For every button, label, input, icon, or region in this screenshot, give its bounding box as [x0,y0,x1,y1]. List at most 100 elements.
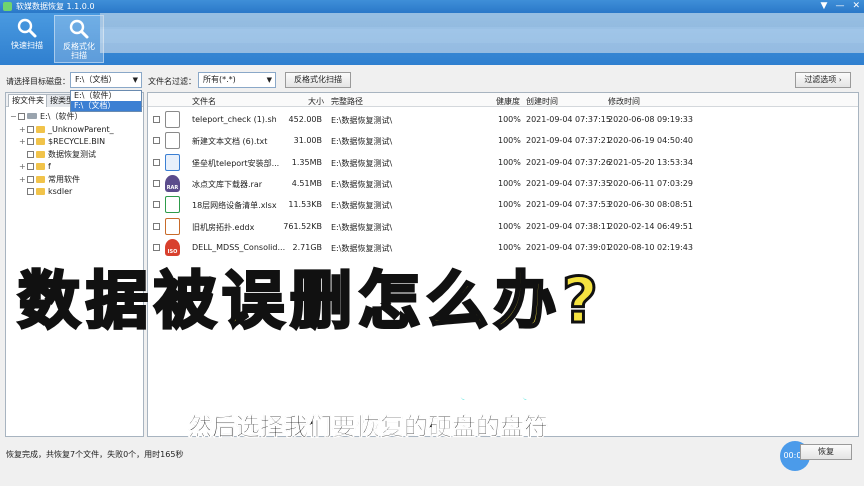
tree-item-label: 常用软件 [48,174,80,184]
row-checkbox[interactable] [153,201,160,209]
expand-toggle-icon[interactable]: + [19,136,27,148]
tree-item[interactable]: + $RECYCLE.BIN [19,136,105,148]
file-path: E:\数据恢复测试\ [331,179,393,189]
table-row[interactable]: 新建文本文档 (6).txt 31.00B E:\数据恢复测试\ 100% 2021-0… [148,130,858,151]
column-header-name[interactable]: 文件名 [192,96,216,107]
file-modified: 2020-06-30 08:08:51 [608,200,693,210]
file-modified: 2021-05-20 13:53:34 [608,157,693,167]
tree-checkbox[interactable] [27,188,34,195]
file-created: 2021-09-04 07:37:26 [526,157,611,167]
filter-options-button[interactable]: 过滤选项 › [795,72,851,88]
table-row[interactable]: 18层网络设备清单.xlsx 11.53KB E:\数据恢复测试\ 100% 2021-… [148,194,858,215]
filter-options-label: 过滤选项 [804,75,837,84]
file-path: E:\数据恢复测试\ [331,201,393,211]
file-name: 新建文本文档 (6).txt [192,137,268,147]
target-disk-value: F:\（文档） [75,75,117,84]
row-checkbox[interactable] [153,137,160,145]
file-modified: 2020-02-14 06:49:51 [608,221,693,231]
magnifier-icon [69,19,89,39]
menu-dropdown-icon[interactable]: ▼ [821,0,828,13]
deformat-scan-button[interactable]: 反格式化 扫描 [54,15,104,63]
file-name: teleport_check (1).sh [192,115,277,124]
column-header-created[interactable]: 创建时间 [526,96,558,107]
dropdown-option-selected[interactable]: F:\（文档） [71,101,141,111]
tree-item[interactable]: + 常用软件 [19,174,80,186]
file-health: 100% [498,136,521,146]
expand-toggle-icon[interactable]: + [19,161,27,173]
doc-file-icon [165,132,180,150]
file-modified: 2020-06-11 07:03:29 [608,178,693,188]
tree-item-label: 数据恢复测试 [48,149,96,159]
folder-icon [36,150,45,158]
tree-checkbox[interactable] [27,175,34,183]
browser-tab-strip [100,13,864,27]
deformat-scan-label-2: 扫描 [71,51,87,60]
file-size: 1.35MB [291,157,322,167]
tree-item-label: _UnknowParent_ [48,124,114,134]
tree-item[interactable]: − E:\（软件） [10,111,82,123]
recover-button[interactable]: 恢复 [800,444,852,460]
quick-scan-button[interactable]: 快速扫描 [2,15,52,63]
tree-item-label: f [48,162,51,171]
tree-item[interactable]: + f [19,161,51,173]
filename-filter-select[interactable]: 所有(*.*) ▼ [198,72,276,88]
column-header-size[interactable]: 大小 [308,96,324,107]
file-size: 31.00B [293,136,322,146]
file-size: 4.51MB [291,178,322,188]
minimize-icon[interactable]: — [835,0,844,13]
tree-checkbox[interactable] [27,125,34,133]
window-controls: ▼ — ✕ [821,0,860,13]
file-name: 冰点文库下载器.rar [192,179,263,189]
row-checkbox[interactable] [153,158,160,166]
folder-icon [36,163,45,170]
file-modified: 2020-06-08 09:19:33 [608,115,693,124]
file-health: 100% [498,157,521,167]
file-name: 堡垒机teleport安装部... [192,158,280,168]
file-size: 761.52KB [283,221,322,231]
deformat-scan-small-button[interactable]: 反格式化扫描 [285,72,351,88]
target-disk-label: 请选择目标磁盘： [6,77,70,86]
file-created: 2021-09-04 07:37:21 [526,136,611,146]
drive-icon [27,113,37,119]
table-row[interactable]: RAR 冰点文库下载器.rar 4.51MB E:\数据恢复测试\ 100% 2021-0… [148,173,858,194]
expand-toggle-icon[interactable]: + [19,124,27,136]
chevron-down-icon: ▼ [132,76,138,84]
folder-icon [36,175,45,183]
column-header-path[interactable]: 完整路径 [331,96,363,107]
tree-item[interactable]: 数据恢复测试 [19,149,96,161]
tree-checkbox[interactable] [18,113,25,120]
file-name: 18层网络设备清单.xlsx [192,201,277,211]
close-icon[interactable]: ✕ [852,0,860,13]
tree-checkbox[interactable] [27,163,34,170]
file-name: 旧机房拓扑.eddx [192,222,255,232]
folder-icon [36,125,45,133]
expand-toggle-icon[interactable]: + [19,174,27,186]
table-row[interactable]: 旧机房拓扑.eddx 761.52KB E:\数据恢复测试\ 100% 2021-09-… [148,216,858,237]
table-row[interactable]: 堡垒机teleport安装部... 1.35MB E:\数据恢复测试\ 100% 202… [148,152,858,173]
tree-item-label: ksdler [48,187,73,196]
target-disk-select[interactable]: F:\（文档） ▼ [70,72,142,88]
table-row[interactable]: teleport_check (1).sh 452.00B E:\数据恢复测试\ 10… [148,109,858,130]
tree-item[interactable]: ksdler [19,186,72,198]
file-created: 2021-09-04 07:37:15 [526,115,611,124]
tree-item[interactable]: + _UnknowParent_ [19,124,114,136]
expand-toggle-icon[interactable]: − [10,111,18,123]
file-path: E:\数据恢复测试\ [331,137,393,147]
file-path: E:\数据恢复测试\ [331,116,393,125]
file-modified: 2020-06-19 04:50:40 [608,136,693,146]
file-size: 11.53KB [288,200,322,210]
column-header-modified[interactable]: 修改时间 [608,96,640,107]
tab-by-folder[interactable]: 按文件夹 [8,94,48,107]
dropdown-option[interactable]: E:\（软件） [71,91,141,101]
deformat-scan-label-1: 反格式化 [63,42,95,51]
tree-checkbox[interactable] [27,150,34,158]
row-checkbox[interactable] [153,116,160,123]
eddx-file-icon [165,217,180,235]
row-checkbox[interactable] [153,222,160,230]
row-checkbox[interactable] [153,179,160,187]
controls-row: 请选择目标磁盘： F:\（文档） ▼ 文件名过滤： 所有(*.*) ▼ 反格式化… [0,68,864,90]
tree-checkbox[interactable] [27,138,34,145]
doc-file-icon [165,111,180,128]
column-header-health[interactable]: 健康度 [496,96,520,107]
folder-icon [36,188,45,195]
